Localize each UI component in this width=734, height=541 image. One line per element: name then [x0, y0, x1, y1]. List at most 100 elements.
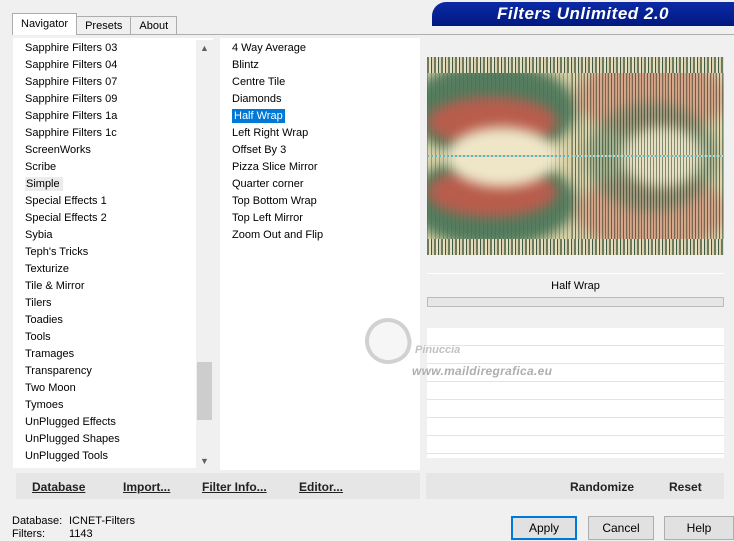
- category-item[interactable]: Sybia: [13, 227, 213, 244]
- category-list[interactable]: Sapphire Filters 03 Sapphire Filters 04 Sa…: [13, 38, 213, 468]
- category-label: Tools: [25, 331, 51, 343]
- filter-item[interactable]: Pizza Slice Mirror: [220, 159, 420, 176]
- filter-item[interactable]: 4 Way Average: [220, 40, 420, 57]
- filter-label: Left Right Wrap: [232, 127, 309, 139]
- filter-item[interactable]: Top Left Mirror: [220, 210, 420, 227]
- tab-about[interactable]: About: [130, 16, 178, 35]
- category-item[interactable]: Transparency: [13, 363, 213, 380]
- category-item[interactable]: Toadies: [13, 312, 213, 329]
- chevron-down-icon[interactable]: ▼: [196, 453, 213, 470]
- category-label: Tramages: [25, 348, 75, 360]
- filter-label: Top Bottom Wrap: [232, 195, 317, 207]
- filter-label: Pizza Slice Mirror: [232, 161, 318, 173]
- category-label: Tile & Mirror: [25, 280, 85, 292]
- category-label: Special Effects 2: [25, 212, 107, 224]
- database-button[interactable]: Database: [32, 473, 85, 499]
- category-item[interactable]: Tile & Mirror: [13, 278, 213, 295]
- category-label: Scribe: [25, 161, 57, 173]
- filter-list[interactable]: 4 Way Average Blintz Centre Tile Diamonds Ha…: [220, 38, 420, 470]
- filter-label: Blintz: [232, 59, 259, 71]
- chevron-up-icon[interactable]: ▲: [196, 40, 213, 57]
- category-label: UnPlugged Tools: [25, 450, 108, 462]
- filter-item[interactable]: Left Right Wrap: [220, 125, 420, 142]
- category-label: Special Effects 1: [25, 195, 107, 207]
- category-label: Transparency: [25, 365, 92, 377]
- filter-label: Zoom Out and Flip: [232, 229, 324, 241]
- editor-button[interactable]: Editor...: [299, 473, 343, 499]
- filter-item[interactable]: Half Wrap: [220, 108, 420, 125]
- scrollbar-thumb[interactable]: [197, 362, 212, 420]
- cancel-button[interactable]: Cancel: [588, 516, 654, 540]
- filters-count: 1143: [69, 528, 93, 540]
- filter-item[interactable]: Top Bottom Wrap: [220, 193, 420, 210]
- category-label: Sapphire Filters 1c: [25, 127, 117, 139]
- category-label: Sapphire Filters 04: [25, 59, 118, 71]
- category-item[interactable]: UnPlugged Shapes: [13, 431, 213, 448]
- filter-name-label: Half Wrap: [427, 273, 724, 297]
- filter-label: Diamonds: [232, 93, 282, 105]
- status-info: Database: ICNET-Filters Filters: 1143: [12, 515, 135, 541]
- category-item[interactable]: Tilers: [13, 295, 213, 312]
- filter-item[interactable]: Offset By 3: [220, 142, 420, 159]
- category-item[interactable]: Sapphire Filters 04: [13, 57, 213, 74]
- category-item[interactable]: UnPlugged Effects: [13, 414, 213, 431]
- progress-bar: [427, 297, 724, 307]
- category-label: ScreenWorks: [25, 144, 91, 156]
- category-item[interactable]: Tools: [13, 329, 213, 346]
- filter-label: Offset By 3: [232, 144, 287, 156]
- filter-info-button[interactable]: Filter Info...: [202, 473, 267, 499]
- category-item[interactable]: Sapphire Filters 09: [13, 91, 213, 108]
- reset-button[interactable]: Reset: [669, 473, 702, 499]
- category-label: Sapphire Filters 07: [25, 76, 118, 88]
- filter-label: Top Left Mirror: [232, 212, 303, 224]
- help-button[interactable]: Help: [664, 516, 734, 540]
- filter-item[interactable]: Blintz: [220, 57, 420, 74]
- filter-item[interactable]: Zoom Out and Flip: [220, 227, 420, 244]
- tab-presets[interactable]: Presets: [76, 16, 132, 35]
- filter-label: Centre Tile: [232, 76, 286, 88]
- category-item[interactable]: Texturize: [13, 261, 213, 278]
- parameter-area: [427, 308, 724, 328]
- category-label: Tymoes: [25, 399, 64, 411]
- watermark-url: www.maildiregrafica.eu: [412, 364, 553, 378]
- import-button[interactable]: Import...: [123, 473, 170, 499]
- category-item[interactable]: Simple: [13, 176, 213, 193]
- category-scrollbar[interactable]: ▲ ▼: [196, 40, 213, 470]
- right-button-bar: Randomize Reset: [426, 473, 724, 499]
- filter-label: Quarter corner: [232, 178, 304, 190]
- category-item[interactable]: Special Effects 1: [13, 193, 213, 210]
- category-label: Sybia: [25, 229, 53, 241]
- category-item[interactable]: Scribe: [13, 159, 213, 176]
- category-item[interactable]: Sapphire Filters 03: [13, 40, 213, 57]
- database-value: ICNET-Filters: [69, 515, 135, 527]
- category-item[interactable]: Sapphire Filters 07: [13, 74, 213, 91]
- category-label: Tilers: [25, 297, 52, 309]
- filter-label: 4 Way Average: [232, 42, 306, 54]
- category-label: Sapphire Filters 1a: [25, 110, 118, 122]
- category-item[interactable]: Tymoes: [13, 397, 213, 414]
- filter-item[interactable]: Diamonds: [220, 91, 420, 108]
- category-item[interactable]: Tramages: [13, 346, 213, 363]
- category-item[interactable]: Special Effects 2: [13, 210, 213, 227]
- category-label: Texturize: [25, 263, 70, 275]
- apply-button[interactable]: Apply: [511, 516, 577, 540]
- tab-strip: Navigator Presets About: [12, 13, 178, 35]
- category-item[interactable]: Two Moon: [13, 380, 213, 397]
- database-label: Database:: [12, 515, 63, 527]
- app-banner: Filters Unlimited 2.0: [432, 2, 734, 26]
- category-label: Teph's Tricks: [25, 246, 89, 258]
- category-label: Toadies: [25, 314, 63, 326]
- category-item[interactable]: Teph's Tricks: [13, 244, 213, 261]
- filter-item[interactable]: Quarter corner: [220, 176, 420, 193]
- tab-navigator[interactable]: Navigator: [12, 13, 78, 35]
- category-label: Two Moon: [25, 382, 76, 394]
- category-item[interactable]: Sapphire Filters 1c: [13, 125, 213, 142]
- category-item[interactable]: UnPlugged Tools: [13, 448, 213, 465]
- category-item[interactable]: ScreenWorks: [13, 142, 213, 159]
- filter-label: Half Wrap: [232, 109, 285, 123]
- filter-item[interactable]: Centre Tile: [220, 74, 420, 91]
- category-item[interactable]: Sapphire Filters 1a: [13, 108, 213, 125]
- category-label: Simple: [25, 177, 63, 191]
- category-label: Sapphire Filters 09: [25, 93, 118, 105]
- randomize-button[interactable]: Randomize: [570, 473, 634, 499]
